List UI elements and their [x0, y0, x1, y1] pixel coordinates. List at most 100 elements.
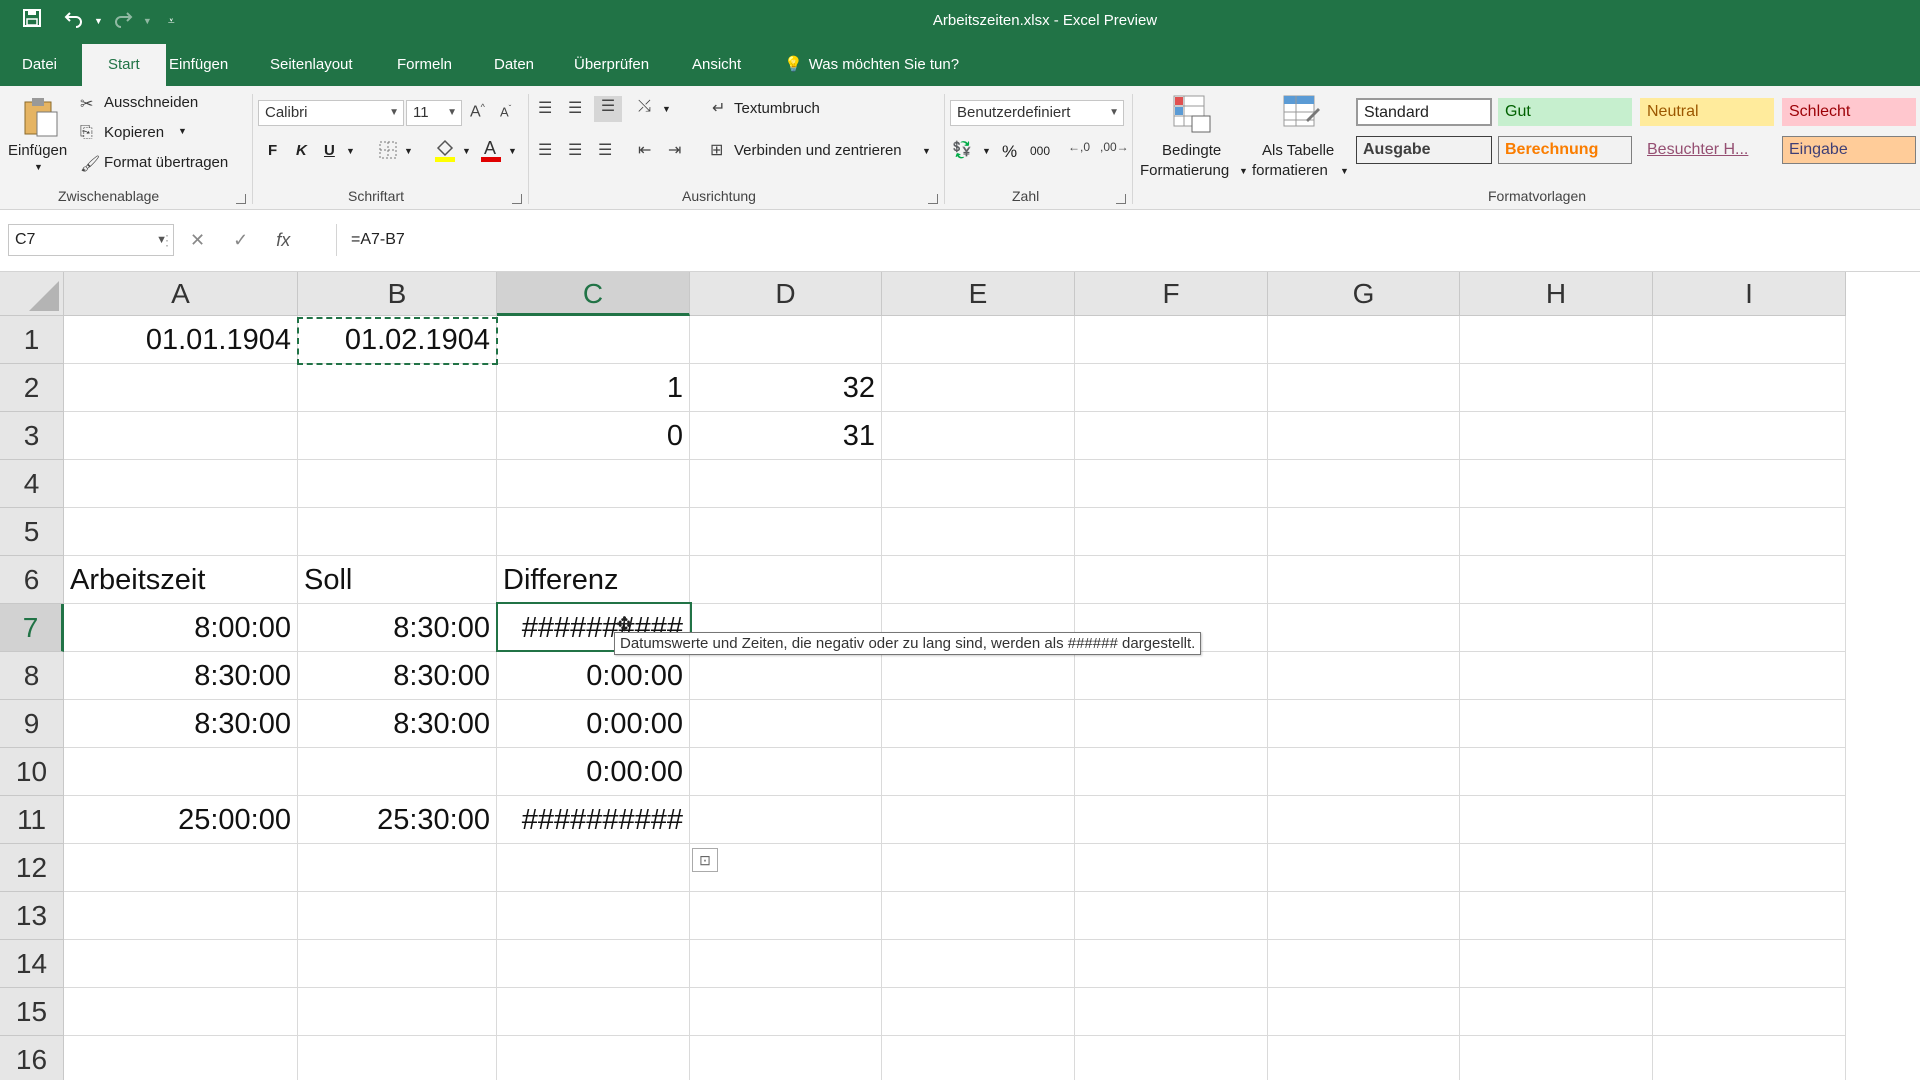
tab-start[interactable]: Start — [82, 44, 166, 86]
cell-h6[interactable] — [1460, 556, 1653, 604]
cell-e3[interactable] — [882, 412, 1075, 460]
cell-g6[interactable] — [1268, 556, 1460, 604]
copy-dropdown-icon[interactable]: ▼ — [178, 126, 187, 136]
decrease-indent-icon[interactable]: ⇤ — [638, 140, 651, 160]
font-size-combo[interactable]: 11 ▼ — [406, 100, 462, 126]
increase-decimal-icon[interactable]: ←,0 — [1068, 140, 1090, 154]
cell-f6[interactable] — [1075, 556, 1268, 604]
cell-b10[interactable] — [298, 748, 497, 796]
cell-i1[interactable] — [1653, 316, 1846, 364]
row-header-12[interactable]: 12 — [0, 844, 64, 892]
cell-e5[interactable] — [882, 508, 1075, 556]
cell-d4[interactable] — [690, 460, 882, 508]
thousands-button[interactable]: 000 — [1030, 144, 1050, 158]
cell-a6[interactable]: Arbeitszeit — [64, 556, 298, 604]
cancel-icon[interactable]: ✕ — [190, 230, 205, 251]
fill-color-icon[interactable] — [434, 138, 456, 167]
row-header-4[interactable]: 4 — [0, 460, 64, 508]
cell-e11[interactable] — [882, 796, 1075, 844]
column-header-e[interactable]: E — [882, 272, 1075, 316]
cell-d8[interactable] — [690, 652, 882, 700]
cell-i5[interactable] — [1653, 508, 1846, 556]
cell-g3[interactable] — [1268, 412, 1460, 460]
cell-c6[interactable]: Differenz — [497, 556, 690, 604]
row-header-5[interactable]: 5 — [0, 508, 64, 556]
cell-g10[interactable] — [1268, 748, 1460, 796]
cell-d12[interactable] — [690, 844, 882, 892]
cell-h14[interactable] — [1460, 940, 1653, 988]
alignment-launcher-icon[interactable] — [928, 194, 938, 204]
cell-i16[interactable] — [1653, 1036, 1846, 1080]
cell-b5[interactable] — [298, 508, 497, 556]
cell-i13[interactable] — [1653, 892, 1846, 940]
format-as-table-line2[interactable]: formatieren — [1252, 162, 1328, 179]
cell-b4[interactable] — [298, 460, 497, 508]
cell-g2[interactable] — [1268, 364, 1460, 412]
style-eingabe[interactable]: Eingabe — [1782, 136, 1916, 164]
cell-d10[interactable] — [690, 748, 882, 796]
row-header-14[interactable]: 14 — [0, 940, 64, 988]
cell-e1[interactable] — [882, 316, 1075, 364]
cell-c9[interactable]: 0:00:00 — [497, 700, 690, 748]
paste-icon[interactable] — [16, 96, 66, 137]
cell-h7[interactable] — [1460, 604, 1653, 652]
cell-g12[interactable] — [1268, 844, 1460, 892]
paste-options-icon[interactable]: ⊡ — [692, 848, 718, 872]
style-schlecht[interactable]: Schlecht — [1782, 98, 1916, 126]
cell-f8[interactable] — [1075, 652, 1268, 700]
select-all-button[interactable] — [0, 272, 64, 316]
cell-c11[interactable]: ########## — [497, 796, 690, 844]
tab-datei[interactable]: Datei — [10, 44, 69, 86]
format-as-table-line1[interactable]: Als Tabelle — [1262, 142, 1334, 159]
cell-g13[interactable] — [1268, 892, 1460, 940]
insert-function-icon[interactable]: fx — [276, 230, 290, 251]
tab-ueberpruefen[interactable]: Überprüfen — [562, 44, 661, 86]
cell-c2[interactable]: 1 — [497, 364, 690, 412]
cell-h1[interactable] — [1460, 316, 1653, 364]
conditional-formatting-line2[interactable]: Formatierung — [1140, 162, 1229, 179]
number-format-combo[interactable]: Benutzerdefiniert ▼ — [950, 100, 1124, 126]
row-header-3[interactable]: 3 — [0, 412, 64, 460]
cell-f9[interactable] — [1075, 700, 1268, 748]
cell-e9[interactable] — [882, 700, 1075, 748]
cell-a15[interactable] — [64, 988, 298, 1036]
cell-f16[interactable] — [1075, 1036, 1268, 1080]
merge-center-button[interactable]: Verbinden und zentrieren — [734, 142, 902, 159]
font-color-icon[interactable]: A — [480, 138, 502, 167]
cell-b16[interactable] — [298, 1036, 497, 1080]
cell-h5[interactable] — [1460, 508, 1653, 556]
cell-a11[interactable]: 25:00:00 — [64, 796, 298, 844]
row-header-6[interactable]: 6 — [0, 556, 64, 604]
cell-i7[interactable] — [1653, 604, 1846, 652]
tab-einfuegen[interactable]: Einfügen — [157, 44, 240, 86]
cell-g7[interactable] — [1268, 604, 1460, 652]
cell-f10[interactable] — [1075, 748, 1268, 796]
row-header-2[interactable]: 2 — [0, 364, 64, 412]
cell-d11[interactable] — [690, 796, 882, 844]
cell-a12[interactable] — [64, 844, 298, 892]
cell-c1[interactable] — [497, 316, 690, 364]
cell-h2[interactable] — [1460, 364, 1653, 412]
clipboard-launcher-icon[interactable] — [236, 194, 246, 204]
cell-i4[interactable] — [1653, 460, 1846, 508]
currency-icon[interactable]: 💱 — [952, 140, 972, 160]
cell-b2[interactable] — [298, 364, 497, 412]
cell-c5[interactable] — [497, 508, 690, 556]
conditional-dropdown-icon[interactable]: ▼ — [1239, 166, 1248, 176]
cell-i8[interactable] — [1653, 652, 1846, 700]
cell-a2[interactable] — [64, 364, 298, 412]
underline-button[interactable]: U — [324, 142, 335, 159]
cell-h9[interactable] — [1460, 700, 1653, 748]
column-header-f[interactable]: F — [1075, 272, 1268, 316]
underline-dropdown-icon[interactable]: ▼ — [346, 146, 355, 156]
italic-button[interactable]: K — [296, 142, 307, 159]
style-ausgabe[interactable]: Ausgabe — [1356, 136, 1492, 164]
fill-color-dropdown-icon[interactable]: ▼ — [462, 146, 471, 156]
shrink-font-icon[interactable]: Aˇ — [500, 104, 511, 119]
cell-b7[interactable]: 8:30:00 — [298, 604, 497, 652]
cell-g16[interactable] — [1268, 1036, 1460, 1080]
cell-c14[interactable] — [497, 940, 690, 988]
cell-h15[interactable] — [1460, 988, 1653, 1036]
align-middle-icon[interactable]: ☰ — [568, 98, 582, 118]
align-bottom-icon[interactable]: ☰ — [594, 96, 622, 122]
